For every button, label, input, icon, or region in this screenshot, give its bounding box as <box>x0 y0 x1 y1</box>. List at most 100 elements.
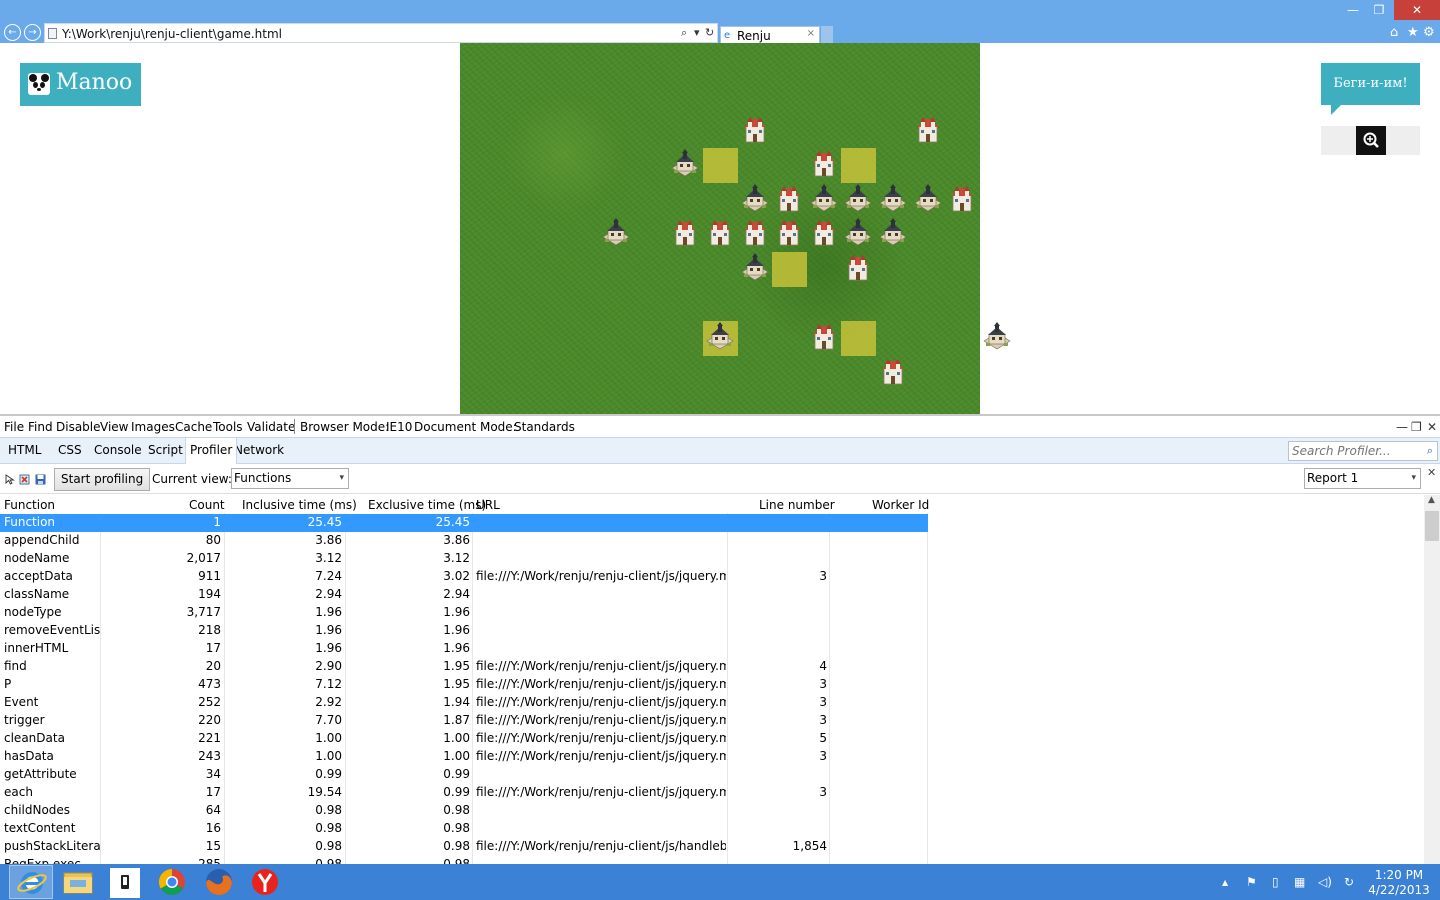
column-header-worker-id[interactable]: Worker Id <box>872 498 929 512</box>
tab-renju[interactable]: e Renju × <box>720 26 820 43</box>
home-icon[interactable]: ⌂ <box>1390 25 1398 40</box>
show-hidden-icons[interactable]: ▲ <box>1222 878 1228 887</box>
system-clock[interactable]: 1:20 PM 4/22/2013 <box>1360 868 1438 898</box>
table-row[interactable]: nodeType 3,717 1.96 1.96 <box>0 604 928 622</box>
column-header-url[interactable]: URL <box>476 498 500 512</box>
new-tab-button[interactable] <box>821 26 833 43</box>
save-icon[interactable] <box>35 474 46 485</box>
sync-icon[interactable]: ↻ <box>1344 875 1354 889</box>
white-castle-piece[interactable] <box>807 148 841 182</box>
dark-castle-piece[interactable] <box>668 148 702 182</box>
highlight-cell[interactable] <box>703 148 738 184</box>
white-castle-piece[interactable] <box>876 356 910 390</box>
table-row[interactable]: find 20 2.90 1.95 file:///Y:/Work/renju/renj… <box>0 658 928 676</box>
dark-castle-piece[interactable] <box>599 217 633 251</box>
white-castle-piece[interactable] <box>807 217 841 251</box>
dark-castle-piece[interactable] <box>980 321 1014 355</box>
dark-castle-piece[interactable] <box>911 183 945 217</box>
table-row[interactable]: className 194 2.94 2.94 <box>0 586 928 604</box>
white-castle-piece[interactable] <box>772 217 806 251</box>
taskbar-ie-button[interactable] <box>9 865 53 899</box>
current-view-select[interactable]: Functions ▾ <box>231 468 349 489</box>
zoom-in-button[interactable] <box>1356 126 1386 155</box>
tab-network[interactable]: Network <box>230 438 288 464</box>
devtools-close-icon[interactable]: ✕ <box>1427 420 1437 434</box>
restore-button[interactable]: ❐ <box>1364 0 1394 20</box>
devtools-menu-cache[interactable]: Cache <box>175 420 212 434</box>
search-profiler-input[interactable] <box>1289 442 1417 460</box>
favorites-icon[interactable]: ★ <box>1407 25 1419 40</box>
dark-castle-piece[interactable] <box>738 183 772 217</box>
tab-profiler[interactable]: Profiler <box>185 438 238 464</box>
devtools-menu-view[interactable]: View <box>100 420 128 434</box>
close-button[interactable]: ✕ <box>1394 0 1440 20</box>
back-button[interactable]: ← <box>4 24 21 41</box>
network-icon[interactable]: ▦ <box>1294 875 1305 889</box>
table-row[interactable]: trigger 220 7.70 1.87 file:///Y:/Work/renju/… <box>0 712 928 730</box>
clear-cache-icon[interactable] <box>19 474 30 485</box>
table-row[interactable]: appendChild 80 3.86 3.86 <box>0 532 928 550</box>
white-castle-piece[interactable] <box>911 114 945 148</box>
column-header-inclusive-time-ms[interactable]: Inclusive time (ms) <box>242 498 357 512</box>
white-castle-piece[interactable] <box>772 183 806 217</box>
game-board[interactable] <box>460 43 1011 414</box>
devtools-restore-icon[interactable]: ❐ <box>1411 420 1422 434</box>
table-row[interactable]: getAttribute 34 0.99 0.99 <box>0 766 928 784</box>
column-header-count[interactable]: Count <box>189 498 225 512</box>
taskbar-yandex-button[interactable] <box>243 865 287 899</box>
table-row[interactable]: acceptData 911 7.24 3.02 file:///Y:/Work/ren… <box>0 568 928 586</box>
white-castle-piece[interactable] <box>738 114 772 148</box>
column-header-function[interactable]: Function <box>4 498 55 512</box>
table-row[interactable]: Event 252 2.92 1.94 file:///Y:/Work/renju/re… <box>0 694 928 712</box>
table-row[interactable]: hasData 243 1.00 1.00 file:///Y:/Work/renju/… <box>0 748 928 766</box>
tab-close-icon[interactable]: × <box>807 28 815 39</box>
devtools-menu-tools[interactable]: Tools <box>213 420 243 434</box>
battery-icon[interactable]: ▯ <box>1272 875 1279 889</box>
search-profiler-field[interactable]: ⌕ <box>1288 441 1438 461</box>
dark-castle-piece[interactable] <box>876 217 910 251</box>
search-icon[interactable]: ⌕ <box>1427 444 1433 458</box>
dark-castle-piece[interactable] <box>807 183 841 217</box>
dropdown-arrow-icon[interactable]: ▾ <box>694 26 700 39</box>
table-row[interactable]: nodeName 2,017 3.12 3.12 <box>0 550 928 568</box>
tab-css[interactable]: CSS <box>54 438 86 464</box>
taskbar-phone-app-button[interactable] <box>104 865 148 899</box>
search-icon[interactable]: ⌕ <box>681 26 687 40</box>
site-logo[interactable]: Manoo <box>20 63 141 106</box>
highlight-cell[interactable] <box>841 321 877 357</box>
devtools-menu-images[interactable]: Images <box>131 420 175 434</box>
table-row[interactable]: removeEventList... 218 1.96 1.96 <box>0 622 928 640</box>
refresh-icon[interactable]: ↻ <box>705 26 714 39</box>
close-report-icon[interactable]: ✕ <box>1427 466 1436 479</box>
devtools-minimize-icon[interactable]: — <box>1396 420 1408 434</box>
dark-castle-piece[interactable] <box>738 252 772 286</box>
white-castle-piece[interactable] <box>945 183 979 217</box>
highlight-cell[interactable] <box>772 252 808 287</box>
scroll-thumb[interactable] <box>1425 511 1439 541</box>
taskbar-chrome-button[interactable] <box>150 865 194 899</box>
table-row[interactable]: each 17 19.54 0.99 file:///Y:/Work/renju/ren… <box>0 784 928 802</box>
table-row[interactable]: childNodes 64 0.98 0.98 <box>0 802 928 820</box>
dark-castle-piece[interactable] <box>841 217 875 251</box>
address-bar[interactable]: Y:\Work\renju\renju-client\game.html ⌕ ▾… <box>44 23 718 43</box>
table-row[interactable]: P 473 7.12 1.95 file:///Y:/Work/renju/renju-… <box>0 676 928 694</box>
taskbar-explorer-button[interactable] <box>56 865 100 899</box>
tools-gear-icon[interactable]: ⚙ <box>1423 25 1435 40</box>
table-row[interactable]: innerHTML 17 1.96 1.96 <box>0 640 928 658</box>
start-profiling-button[interactable]: Start profiling <box>54 468 151 491</box>
forward-button[interactable]: → <box>24 24 41 41</box>
white-castle-piece[interactable] <box>738 217 772 251</box>
devtools-menu-file[interactable]: File <box>4 420 24 434</box>
select-element-icon[interactable] <box>5 474 16 485</box>
devtools-menu-find[interactable]: Find <box>28 420 53 434</box>
tab-console[interactable]: Console <box>90 438 146 464</box>
volume-icon[interactable]: ◁) <box>1318 875 1332 889</box>
browser-mode-value[interactable]: IE10 <box>386 420 412 434</box>
devtools-menu-validate[interactable]: Validate <box>247 420 295 434</box>
white-castle-piece[interactable] <box>841 252 875 286</box>
taskbar-firefox-button[interactable] <box>197 865 241 899</box>
table-row[interactable]: Function 1 25.45 25.45 <box>0 514 928 532</box>
dark-castle-piece[interactable] <box>703 321 737 355</box>
scroll-up-icon[interactable]: ▲ <box>1428 495 1435 505</box>
white-castle-piece[interactable] <box>703 217 737 251</box>
